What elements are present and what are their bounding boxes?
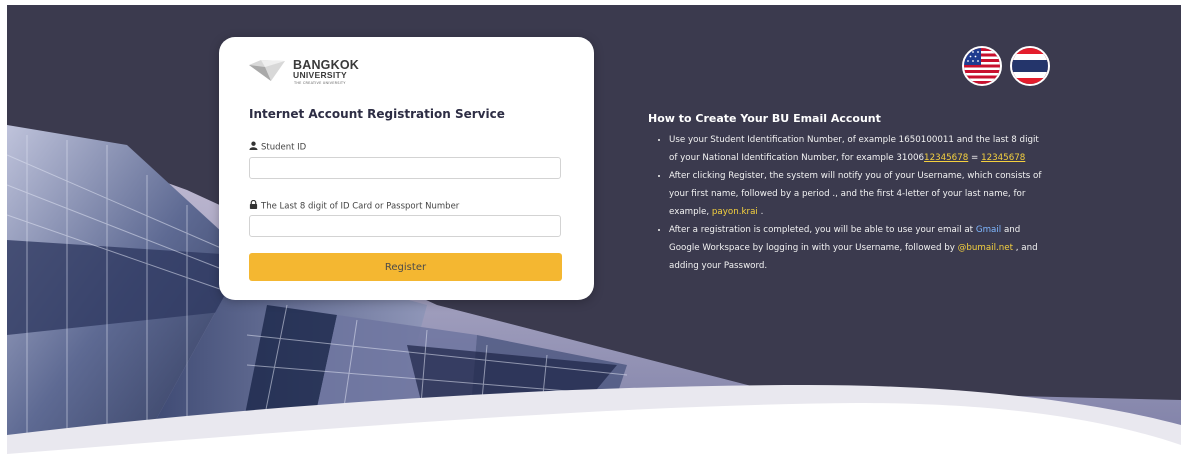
lock-icon (249, 199, 258, 212)
list-item: After clicking Register, the system will… (669, 167, 1048, 221)
user-icon (249, 141, 258, 153)
student-id-label-text: Student ID (261, 142, 307, 153)
card-title: Internet Account Registration Service (249, 107, 505, 121)
list-item: Use your Student Identification Number, … (669, 131, 1048, 167)
gmail-link[interactable]: Gmail (976, 225, 1001, 235)
us-flag-icon[interactable] (962, 46, 1002, 86)
id-card-label: The Last 8 digit of ID Card or Passport … (249, 199, 460, 212)
language-switcher (962, 46, 1057, 88)
instructions-list: Use your Student Identification Number, … (648, 131, 1048, 275)
email-domain-highlight: @bumail.net (957, 243, 1013, 253)
thai-flag-icon[interactable] (1010, 46, 1050, 86)
register-button[interactable]: Register (249, 253, 562, 281)
student-id-input[interactable] (249, 157, 561, 179)
logo-tagline: THE CREATIVE UNIVERSITY (294, 81, 346, 85)
example-username-highlight: payon.krai (711, 207, 758, 217)
instruction-text: = (968, 153, 982, 163)
logo-subname: UNIVERSITY (293, 70, 348, 80)
example-password-highlight: 12345678 (981, 153, 1026, 163)
id-card-label-text: The Last 8 digit of ID Card or Passport … (261, 201, 460, 212)
example-id-highlight: 12345678 (924, 153, 969, 163)
diamond-logo-icon (249, 60, 285, 81)
page: BANGKOK UNIVERSITY THE CREATIVE UNIVERSI… (0, 0, 1181, 454)
id-card-input[interactable] (249, 215, 561, 237)
instructions-title: How to Create Your BU Email Account (648, 112, 881, 125)
hero-background: BANGKOK UNIVERSITY THE CREATIVE UNIVERSI… (7, 5, 1181, 454)
instructions-panel: How to Create Your BU Email Account Use … (648, 112, 1048, 275)
university-logo: BANGKOK UNIVERSITY THE CREATIVE UNIVERSI… (247, 53, 447, 93)
registration-card: BANGKOK UNIVERSITY THE CREATIVE UNIVERSI… (219, 37, 594, 300)
instruction-text: . (757, 207, 764, 217)
instruction-text: After a registration is completed, you w… (669, 225, 976, 235)
list-item: After a registration is completed, you w… (669, 221, 1048, 275)
student-id-label: Student ID (249, 141, 306, 153)
